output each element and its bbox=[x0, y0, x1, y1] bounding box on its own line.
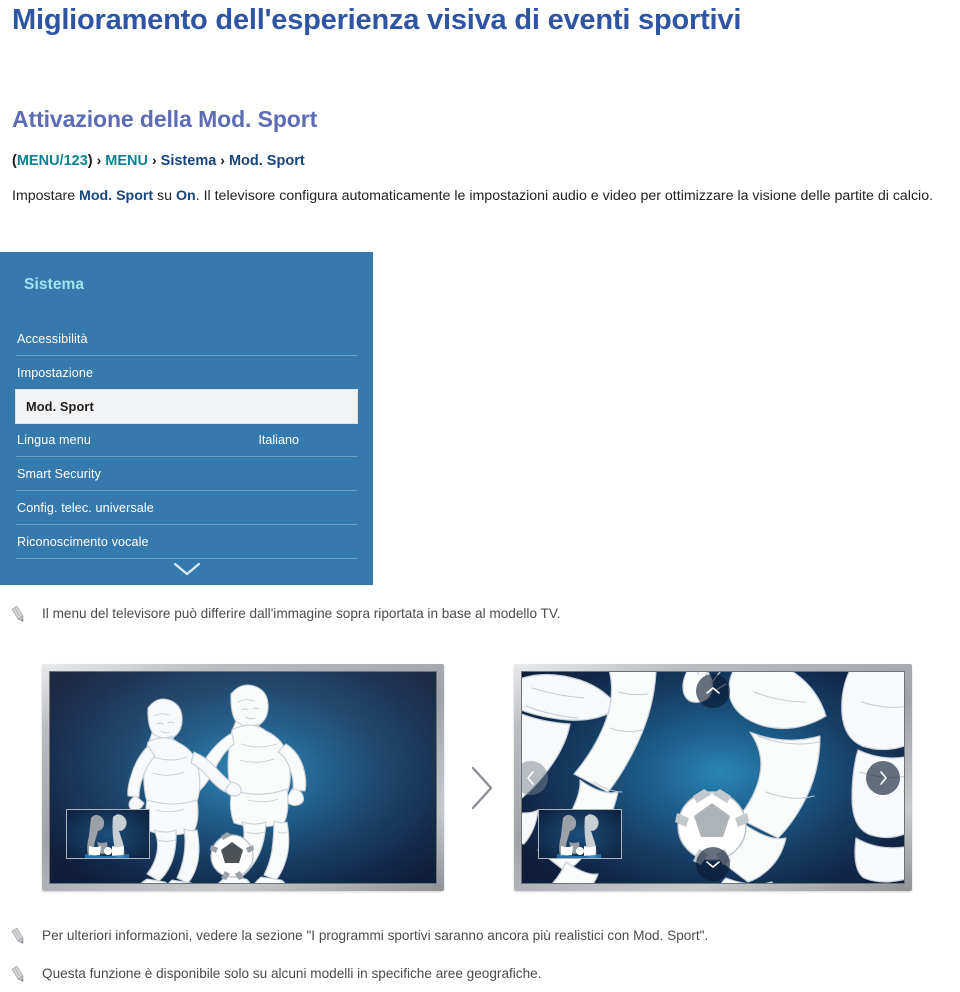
tv-normal-view bbox=[42, 664, 444, 891]
note-row: Il menu del televisore può differire dal… bbox=[8, 604, 908, 625]
section-title: Attivazione della Mod. Sport bbox=[12, 106, 318, 132]
menu-item-impostazione[interactable]: Impostazione bbox=[16, 356, 357, 390]
menu-item-label: Smart Security bbox=[17, 466, 101, 481]
breadcrumb-close-paren: ) bbox=[87, 153, 93, 169]
intro-paragraph: Impostare Mod. Sport su On. Il televisor… bbox=[12, 186, 956, 207]
menu-item-lingua-menu[interactable]: Lingua menu Italiano bbox=[16, 423, 357, 457]
breadcrumb-separator-icon: › bbox=[96, 152, 102, 168]
pan-right-button[interactable] bbox=[866, 760, 900, 795]
breadcrumb-item-menu[interactable]: MENU bbox=[105, 153, 148, 169]
breadcrumb-item-sistema[interactable]: Sistema bbox=[161, 153, 217, 169]
picture-in-picture-thumbnail bbox=[538, 809, 622, 859]
note-row: Questa funzione è disponibile solo su al… bbox=[8, 964, 948, 985]
pan-up-button[interactable] bbox=[696, 674, 730, 708]
note-text: Per ulteriori informazioni, vedere la se… bbox=[42, 928, 709, 943]
menu-item-smart-security[interactable]: Smart Security bbox=[16, 457, 357, 491]
tv-settings-menu-panel: Sistema Accessibilità Impostazione Mod. … bbox=[0, 252, 373, 585]
intro-text-part2: su bbox=[153, 188, 176, 204]
menu-item-label: Mod. Sport bbox=[26, 399, 94, 414]
breadcrumb-item-menu123[interactable]: MENU/123 bbox=[17, 153, 88, 169]
note-text: Questa funzione è disponibile solo su al… bbox=[42, 966, 542, 981]
intro-link-on[interactable]: On bbox=[176, 188, 196, 204]
chevron-right-icon bbox=[877, 769, 889, 787]
chevron-left-icon bbox=[525, 769, 537, 787]
note-text: Il menu del televisore può differire dal… bbox=[42, 606, 561, 621]
intro-text-part1: Impostare bbox=[12, 188, 80, 204]
menu-item-riconoscimento-vocale[interactable]: Riconoscimento vocale bbox=[16, 525, 357, 559]
breadcrumb-separator-icon: › bbox=[220, 152, 225, 168]
menu-item-accessibilita[interactable]: Accessibilità bbox=[16, 322, 357, 356]
breadcrumb-item-mod-sport[interactable]: Mod. Sport bbox=[229, 153, 305, 169]
menu-item-label: Config. telec. universale bbox=[17, 500, 154, 515]
menu-item-label: Accessibilità bbox=[17, 331, 88, 346]
chevron-down-icon bbox=[704, 858, 722, 870]
pencil-note-icon bbox=[8, 927, 30, 947]
intro-link-mod-sport[interactable]: Mod. Sport bbox=[79, 188, 153, 204]
chevron-down-icon bbox=[172, 561, 202, 577]
menu-item-label: Impostazione bbox=[17, 365, 94, 380]
menu-item-mod-sport[interactable]: Mod. Sport bbox=[16, 390, 357, 423]
tv-zoomed-view bbox=[514, 664, 912, 891]
pencil-note-icon bbox=[8, 965, 30, 985]
chevron-up-icon bbox=[704, 685, 722, 697]
menu-item-label: Riconoscimento vocale bbox=[17, 534, 149, 549]
breadcrumb-separator-icon: › bbox=[151, 152, 157, 168]
transition-arrow bbox=[460, 762, 504, 814]
chevron-right-icon bbox=[460, 762, 504, 814]
picture-in-picture-thumbnail bbox=[66, 809, 150, 859]
menu-scroll-down-button[interactable] bbox=[0, 561, 373, 577]
menu-item-value: Italiano bbox=[258, 432, 299, 447]
page-title: Miglioramento dell'esperienza visiva di … bbox=[12, 4, 742, 36]
tv-screen bbox=[521, 671, 905, 884]
note-row: Per ulteriori informazioni, vedere la se… bbox=[8, 926, 948, 947]
menu-item-config-telec-universale[interactable]: Config. telec. universale bbox=[16, 491, 357, 525]
pan-down-button[interactable] bbox=[696, 847, 730, 881]
tv-screen bbox=[49, 671, 437, 884]
breadcrumb: (MENU/123) › MENU › Sistema › Mod. Sport bbox=[12, 150, 305, 171]
menu-item-list: Accessibilità Impostazione Mod. Sport Li… bbox=[16, 322, 357, 559]
intro-text-part3: . Il televisore configura automaticament… bbox=[195, 188, 934, 204]
menu-panel-header: Sistema bbox=[24, 276, 85, 293]
menu-item-label: Lingua menu bbox=[17, 432, 91, 447]
pencil-note-icon bbox=[8, 605, 30, 625]
